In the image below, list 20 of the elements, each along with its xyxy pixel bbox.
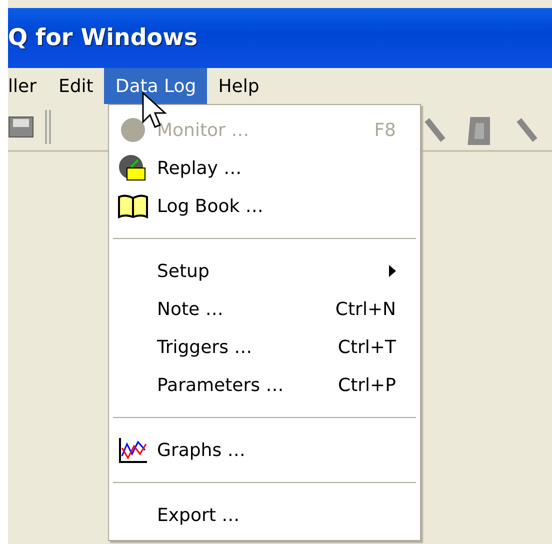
menu-bar-item[interactable]: ller bbox=[8, 68, 48, 104]
menu-item[interactable]: Triggers … Ctrl+T bbox=[109, 328, 420, 366]
gauge-icon bbox=[118, 115, 148, 145]
gauge-folder-icon bbox=[118, 154, 148, 182]
menu-item[interactable]: Setup bbox=[109, 252, 420, 290]
submenu-arrow-icon bbox=[389, 265, 396, 277]
menu-item[interactable]: Log Book … bbox=[109, 187, 420, 225]
menu-item[interactable]: Export … bbox=[109, 496, 420, 534]
line-chart-icon bbox=[118, 436, 148, 464]
menu-item[interactable]: Note … Ctrl+N bbox=[109, 290, 420, 328]
menu-item[interactable]: Graphs … bbox=[109, 431, 420, 469]
menu-bar-item[interactable]: Data Log bbox=[104, 68, 208, 104]
book-icon bbox=[117, 193, 149, 219]
menu-item[interactable]: Replay … bbox=[109, 149, 420, 187]
save-icon[interactable] bbox=[8, 115, 34, 139]
menu-item[interactable]: Parameters … Ctrl+P bbox=[109, 366, 420, 404]
menu-bar-item[interactable]: Help bbox=[207, 68, 270, 104]
window-title: Q for Windows bbox=[8, 25, 198, 51]
toolbar-grip-icon bbox=[44, 110, 52, 144]
menu-bar-item[interactable]: Edit bbox=[47, 68, 104, 104]
